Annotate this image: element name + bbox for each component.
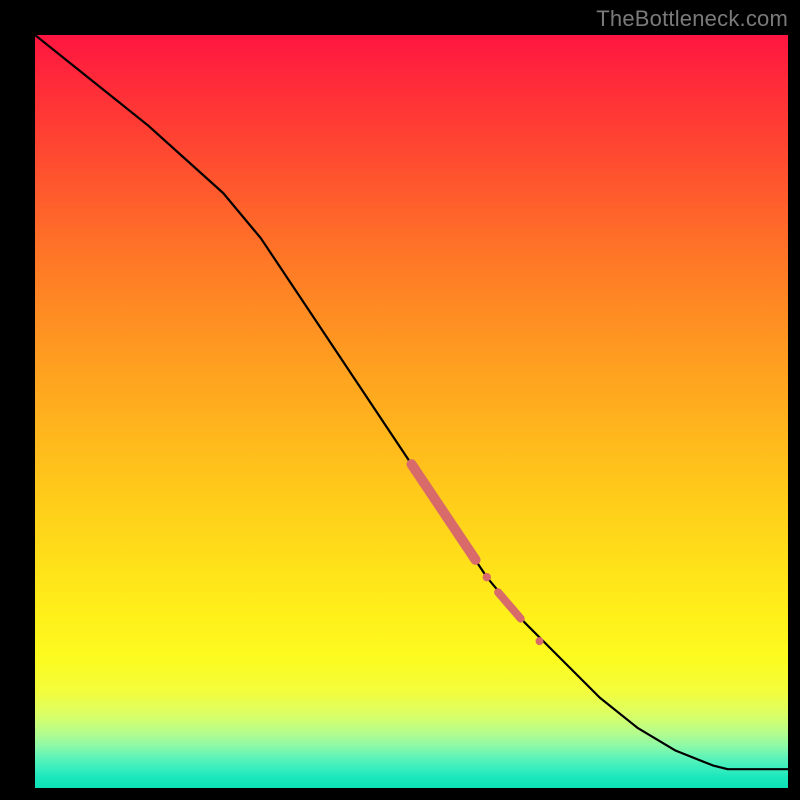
overlay-point xyxy=(536,637,544,645)
overlay-point xyxy=(483,573,491,581)
plot-svg xyxy=(35,35,788,788)
plot-area xyxy=(35,35,788,788)
overlay-markers xyxy=(412,464,544,645)
overlay-segment xyxy=(498,592,521,618)
overlay-segment xyxy=(412,464,476,560)
curve-line xyxy=(35,35,788,769)
watermark-text: TheBottleneck.com xyxy=(596,6,788,32)
